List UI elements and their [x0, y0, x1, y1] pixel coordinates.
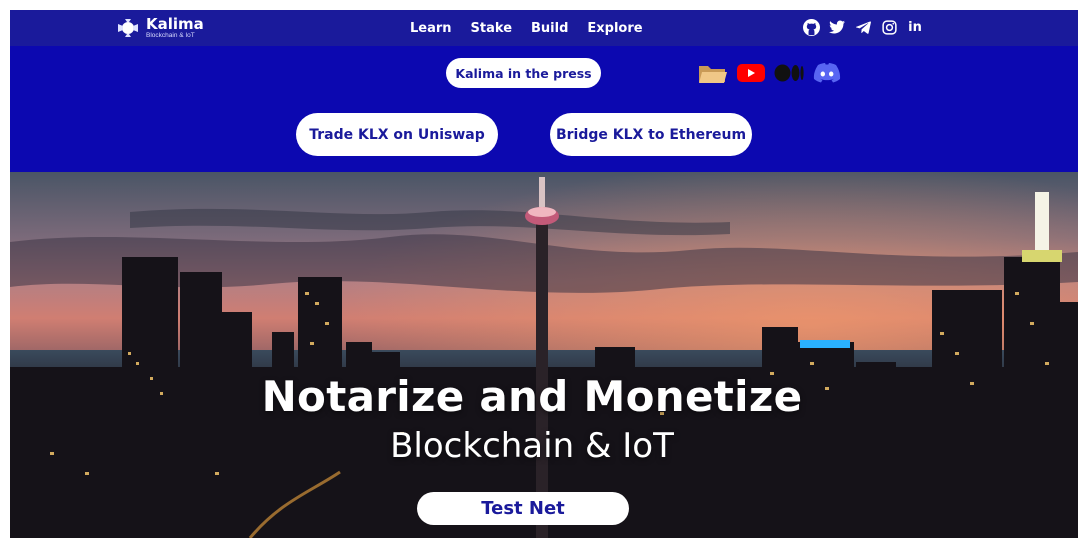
instagram-icon[interactable] — [880, 18, 898, 36]
city-skyline-image — [10, 172, 1078, 538]
folder-icon[interactable] — [698, 62, 728, 89]
press-button[interactable]: Kalima in the press — [446, 58, 601, 88]
nav-build[interactable]: Build — [531, 21, 568, 36]
nav-learn[interactable]: Learn — [410, 21, 452, 36]
announcement-banner: Kalima in the press Trade KLX on Uniswap… — [10, 46, 1078, 172]
discord-icon[interactable] — [813, 62, 841, 89]
github-icon[interactable] — [802, 18, 820, 36]
nav-stake[interactable]: Stake — [471, 21, 512, 36]
twitter-icon[interactable] — [828, 18, 846, 36]
page-frame: Kalima Blockchain & IoT Learn Stake Buil… — [10, 10, 1078, 538]
medium-icon[interactable] — [774, 63, 804, 88]
top-navbar: Kalima Blockchain & IoT Learn Stake Buil… — [10, 10, 1078, 46]
bridge-ethereum-button[interactable]: Bridge KLX to Ethereum — [550, 113, 752, 156]
brand-name: Kalima — [146, 14, 204, 33]
linkedin-icon[interactable]: in — [906, 18, 924, 36]
nav-explore[interactable]: Explore — [587, 21, 642, 36]
main-menu: Learn Stake Build Explore — [410, 10, 662, 46]
test-net-button[interactable]: Test Net — [417, 492, 629, 525]
telegram-icon[interactable] — [854, 18, 872, 36]
brand-logo[interactable]: Kalima Blockchain & IoT — [116, 15, 204, 41]
hero-subtitle: Blockchain & IoT — [390, 426, 674, 466]
hero-title: Notarize and Monetize — [261, 372, 803, 421]
social-links: in — [802, 18, 932, 36]
linkedin-label: in — [908, 19, 922, 35]
hero-section: Notarize and Monetize Blockchain & IoT T… — [10, 172, 1078, 538]
press-icons — [698, 62, 850, 89]
kalima-logo-icon — [116, 16, 140, 40]
youtube-icon[interactable] — [737, 63, 765, 88]
brand-tagline: Blockchain & IoT — [146, 31, 195, 39]
trade-uniswap-button[interactable]: Trade KLX on Uniswap — [296, 113, 498, 156]
